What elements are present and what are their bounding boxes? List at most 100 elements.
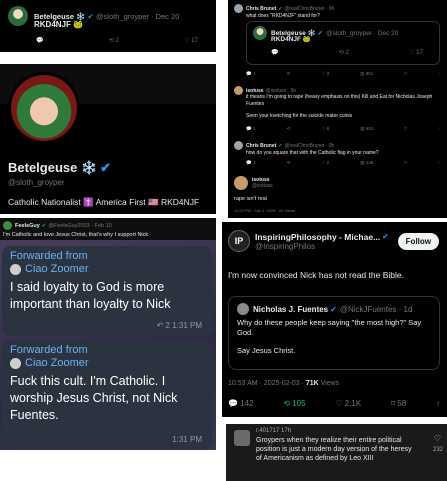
views-button[interactable]: ▥ 631 xyxy=(360,126,373,132)
follow-button[interactable]: Follow xyxy=(397,233,439,250)
share-button[interactable]: ↑ xyxy=(438,126,440,132)
author-handle: @InspiringPhilos xyxy=(255,241,316,251)
author-name[interactable]: Chris Brunet xyxy=(246,6,276,12)
comment-r401717[interactable]: r.401717 17h Groypers when they realize … xyxy=(226,424,447,481)
tweet-text: how do you square that with the Catholic… xyxy=(246,150,379,156)
avatar[interactable]: IP xyxy=(228,230,250,252)
comment-handle[interactable]: r.401717 17h xyxy=(256,428,291,434)
profile-handle: @sloth_groyper xyxy=(8,178,65,187)
action-bar: 💬 142 ⟲ 105 ♡ 2.1K ⌑ 58 ↑ xyxy=(228,399,440,408)
avatar[interactable] xyxy=(3,221,12,230)
quoted-author-handle: @sloth_groyper · Dec 20 xyxy=(326,29,399,37)
avatar[interactable] xyxy=(8,6,28,26)
like-icon: ♡ 17 xyxy=(409,50,423,56)
message-meta: 1:31 PM xyxy=(172,435,202,444)
tweet-text: RKD4NJF 🐸 xyxy=(34,20,84,29)
reply-button[interactable]: 💬 142 xyxy=(228,399,254,408)
author-handle: @FeelsGuy2003 · Feb 10 xyxy=(48,222,112,229)
like-button[interactable]: ♡ 3 xyxy=(321,71,329,77)
share-button[interactable]: ↑ xyxy=(436,399,440,408)
avatar[interactable] xyxy=(234,176,248,190)
forwarded-from[interactable]: Ciao Zoomer xyxy=(25,263,89,275)
retweet-button[interactable]: ⟲ xyxy=(286,71,290,77)
verified-icon: ✔ xyxy=(278,142,283,149)
author-handle: @isotuss xyxy=(252,183,273,189)
like-button[interactable]: ♡ 8 xyxy=(321,126,329,132)
forwarded-label: Forwarded from xyxy=(10,250,88,262)
forwarded-message-1[interactable]: Forwarded from Ciao Zoomer I said loyalt… xyxy=(2,246,212,336)
share-button[interactable]: ↑ xyxy=(438,160,440,166)
action-bar: 💬 4 ⟲ ♡ 3 ▥ 851 ⌑ ↑ xyxy=(246,71,440,77)
avatar[interactable] xyxy=(234,4,243,13)
verified-icon: ✔ xyxy=(100,160,112,175)
retweet-button[interactable]: ⟲ 2 xyxy=(109,37,119,44)
verified-icon: ✔ xyxy=(317,30,324,37)
quoted-author-handle: @NickJFuentes · 1d xyxy=(339,304,413,314)
quoted-text: Why do these people keep saying "the mos… xyxy=(237,318,422,337)
reply-button[interactable]: 💬 xyxy=(36,37,43,44)
avatar[interactable] xyxy=(234,430,250,446)
like-button[interactable]: ♡ 2.1K xyxy=(335,399,361,408)
like-icon[interactable]: ♡ xyxy=(434,434,441,443)
author-name[interactable]: FeelsGuy xyxy=(15,223,40,229)
avatar[interactable] xyxy=(234,141,243,150)
profile-bio: Catholic Nationalist ✝️ America First 🇺🇸… xyxy=(8,197,200,207)
verified-icon: ✔ xyxy=(87,11,94,21)
forwarded-message-2[interactable]: Forwarded from Ciao Zoomer Fuck this cul… xyxy=(2,340,212,450)
bookmark-button[interactable]: ⌑ xyxy=(404,71,406,77)
bookmark-button[interactable]: ⌑ 58 xyxy=(391,399,406,408)
views-button[interactable]: ▥ 851 xyxy=(360,71,373,77)
action-bar: 💬 1 ⟲ ♡ 2 ▥ 138 ⌑ ↑ xyxy=(246,160,440,166)
tweet-text: I'm now convinced Nick has not read the … xyxy=(228,270,404,280)
reply-button[interactable]: 💬 1 xyxy=(246,160,255,166)
quoted-tweet[interactable]: Betelgeuse ❄️ ✔ @sloth_groyper · Dec 20 … xyxy=(246,21,440,65)
bookmark-button[interactable]: ⌑ xyxy=(404,126,406,132)
verified-icon: ✔ xyxy=(41,222,47,229)
author-handle: @isotuss · 9h xyxy=(265,87,297,94)
tweet-meta: 10:53 AM · 2025-02-03 · 71K Views xyxy=(228,380,340,387)
reply-icon: 💬 xyxy=(271,50,279,56)
quoted-action-bar: 💬 ⟲ 2 ♡ 17 xyxy=(271,49,423,56)
author-name[interactable]: InspiringPhilosophy - Michae... xyxy=(255,232,380,242)
message-meta: ↶ 2 1:31 PM xyxy=(156,321,202,330)
like-button[interactable]: ♡ 17 xyxy=(184,37,198,44)
avatar xyxy=(253,26,267,40)
verified-icon: ✔ xyxy=(278,5,283,12)
view-count: 71K xyxy=(305,380,319,387)
author-handle: @realChrisBrunet · 9h xyxy=(284,142,335,149)
retweet-button[interactable]: ⟲ xyxy=(286,126,290,132)
author-name[interactable]: Chris Brunet xyxy=(246,143,276,149)
telegram-screenshot: Forwarded from Ciao Zoomer I said loyalt… xyxy=(0,240,216,450)
forwarded-from[interactable]: Ciao Zoomer xyxy=(25,357,89,369)
share-button[interactable]: ↑ xyxy=(438,71,440,77)
verified-icon: ✔ xyxy=(330,304,337,314)
tweet-text: I'm Catholic and love Jesus Christ, that… xyxy=(3,232,149,238)
bookmark-button[interactable]: ⌑ xyxy=(404,160,406,166)
tweet-inspiringphilosophy[interactable]: IP InspiringPhilosophy - Michae... ✔ @In… xyxy=(222,222,447,417)
quoted-text-2: Say Jesus Christ. xyxy=(237,346,296,355)
quoted-author-name: Nicholas J. Fuentes xyxy=(253,304,329,314)
like-count: 232 xyxy=(432,447,443,453)
avatar[interactable] xyxy=(234,86,243,95)
tweet-betelgeuse[interactable]: Betelgeuse ❄️ ✔ @sloth_groyper · Dec 20 … xyxy=(0,0,216,52)
reply-button[interactable]: 💬 4 xyxy=(246,71,255,77)
verified-icon: ✔ xyxy=(382,232,389,241)
retweet-button[interactable]: ⟲ xyxy=(286,160,290,166)
author-handle: @realChrisBrunet · 9h xyxy=(284,5,335,12)
retweet-button[interactable]: ⟲ 105 xyxy=(283,399,305,408)
tweet-text: it means I'm going to rape (heavy emphas… xyxy=(246,94,433,107)
views-button[interactable]: ▥ 138 xyxy=(360,160,373,166)
tweet-feelsguy[interactable]: FeelsGuy ✔ @FeelsGuy2003 · Feb 10 I'm Ca… xyxy=(0,218,216,450)
action-bar: 💬 ⟲ 2 ♡ 17 xyxy=(36,37,198,44)
reply-button[interactable]: 💬 1 xyxy=(246,126,255,132)
thread-chris-brunet: Chris Brunet ✔ @realChrisBrunet · 9h wha… xyxy=(228,0,447,218)
profile-betelgeuse: Betelgeuse ❄️ ✔ @sloth_groyper Catholic … xyxy=(0,64,216,214)
retweet-icon: ⟲ 2 xyxy=(338,50,349,56)
author-name[interactable]: isotuss xyxy=(246,88,264,94)
profile-avatar[interactable] xyxy=(8,72,80,144)
quoted-tweet[interactable]: Nicholas J. Fuentes ✔ @NickJFuentes · 1d… xyxy=(228,296,440,370)
tweet-text: what does "RKD4NJF" stand for? xyxy=(246,13,320,19)
avatar xyxy=(237,303,249,315)
tweet-text: rape isn't real xyxy=(234,196,267,202)
like-button[interactable]: ♡ 2 xyxy=(321,160,329,166)
